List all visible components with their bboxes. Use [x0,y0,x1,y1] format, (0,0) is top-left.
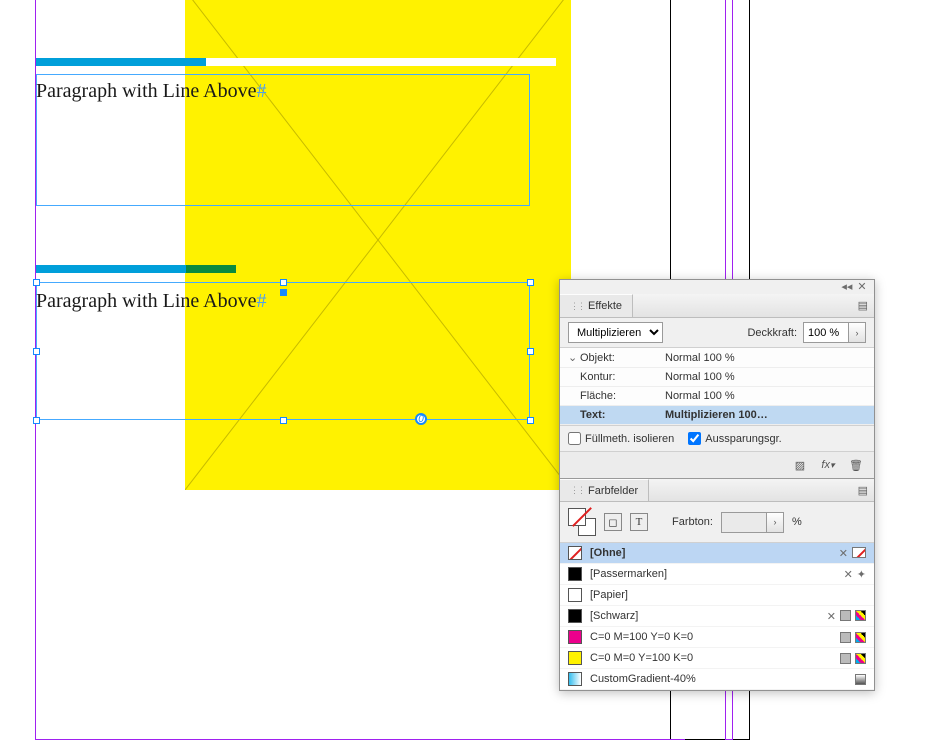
opacity-stepper[interactable]: › [848,322,866,343]
target-object[interactable]: ⌄ Objekt: Normal 100 % [560,348,874,368]
lock-icon: ✕ [827,610,836,623]
gripper-icon: ⋮⋮ [570,485,584,496]
tint-input[interactable] [721,512,767,533]
handle-sw[interactable] [33,417,40,424]
handle-n[interactable] [280,279,287,286]
paragraph-text-2[interactable]: Paragraph with Line Above# [36,290,267,313]
rule-above-2-green [186,265,236,273]
gradient-icon [855,674,866,685]
swatch-none[interactable]: [Ohne] ✕ [560,543,874,564]
handle-e[interactable] [527,348,534,355]
target-text[interactable]: Text: Multiplizieren 100… [560,406,874,425]
swatch-chip [568,588,582,602]
handle-center[interactable] [280,289,287,296]
effects-panel-title: Effekte [588,300,622,312]
tint-unit: % [792,516,802,528]
global-icon [840,653,851,664]
swatch-chip [568,567,582,581]
panel-group[interactable]: ◂◂ ✕ ⋮⋮ Effekte ▤ Multiplizieren Deckkra… [559,279,875,691]
swatch-registration[interactable]: [Passermarken] ✕ ✦ [560,564,874,585]
swatch-chip [568,630,582,644]
swatch-none-icon [568,546,582,560]
rule-above-1-white [206,58,556,66]
rule-above-1-blue [36,58,206,66]
gripper-icon: ⋮⋮ [570,301,584,312]
none-type-icon [852,547,866,558]
cmyk-icon [855,632,866,643]
swatch-custom-gradient[interactable]: CustomGradient-40% [560,669,874,690]
opacity-label: Deckkraft: [747,327,797,339]
opacity-input[interactable] [803,322,849,343]
swatch-magenta[interactable]: C=0 M=100 Y=0 K=0 [560,627,874,648]
swatches-panel-header[interactable]: ⋮⋮ Farbfelder ▤ [560,478,874,502]
target-stroke[interactable]: Kontur: Normal 100 % [560,368,874,387]
trash-icon[interactable]: 🗑 [848,457,864,473]
tint-label: Farbton: [672,516,713,528]
panel-close-icon[interactable]: ✕ [856,280,868,293]
swatch-chip [568,651,582,665]
paragraph-end-mark: # [257,80,267,102]
swatch-chip [568,672,582,686]
lock-icon: ✕ [839,547,848,560]
swatch-chip [568,609,582,623]
panel-collapse-icon[interactable]: ◂◂ [841,280,853,293]
formatting-text-button[interactable]: T [630,513,648,531]
lock-icon: ✕ [844,568,853,581]
knockout-group-checkbox[interactable]: Aussparungsgr. [688,432,781,445]
target-fill[interactable]: Fläche: Normal 100 % [560,387,874,406]
paragraph-text-1[interactable]: Paragraph with Line Above# [36,80,267,103]
formatting-container-button[interactable]: ◻ [604,513,622,531]
swatch-paper[interactable]: [Papier] [560,585,874,606]
swatch-list[interactable]: [Ohne] ✕ [Passermarken] ✕ ✦ [Papier] [560,542,874,690]
effects-panel-header[interactable]: ⋮⋮ Effekte ▤ [560,294,874,318]
clear-effect-icon[interactable]: ▨ [792,457,808,473]
rotation-handle[interactable]: 0 [415,413,427,425]
handle-ne[interactable] [527,279,534,286]
effects-tab[interactable]: ⋮⋮ Effekte [560,294,633,317]
swatches-tab[interactable]: ⋮⋮ Farbfelder [560,479,649,501]
handle-w[interactable] [33,348,40,355]
paragraph-end-mark: # [257,290,267,312]
panel-menu-icon[interactable]: ▤ [852,484,874,497]
blend-mode-select[interactable]: Multiplizieren [568,322,663,343]
fill-stroke-proxy[interactable] [568,508,596,536]
global-icon [840,632,851,643]
cmyk-icon [855,610,866,621]
swatch-black[interactable]: [Schwarz] ✕ [560,606,874,627]
handle-se[interactable] [527,417,534,424]
rule-above-2-blue [36,265,186,273]
tint-stepper[interactable]: › [766,512,784,533]
fx-icon[interactable]: fx▾ [820,457,836,473]
global-icon [840,610,851,621]
isolate-blend-checkbox[interactable]: Füllmeth. isolieren [568,432,674,445]
disclosure-icon[interactable]: ⌄ [568,351,580,364]
swatches-panel-title: Farbfelder [588,485,638,497]
swatch-yellow[interactable]: C=0 M=0 Y=100 K=0 [560,648,874,669]
handle-nw[interactable] [33,279,40,286]
effects-target-list: ⌄ Objekt: Normal 100 % Kontur: Normal 10… [560,347,874,425]
registration-icon: ✦ [857,568,866,581]
handle-s[interactable] [280,417,287,424]
cmyk-icon [855,653,866,664]
panel-menu-icon[interactable]: ▤ [852,299,874,312]
